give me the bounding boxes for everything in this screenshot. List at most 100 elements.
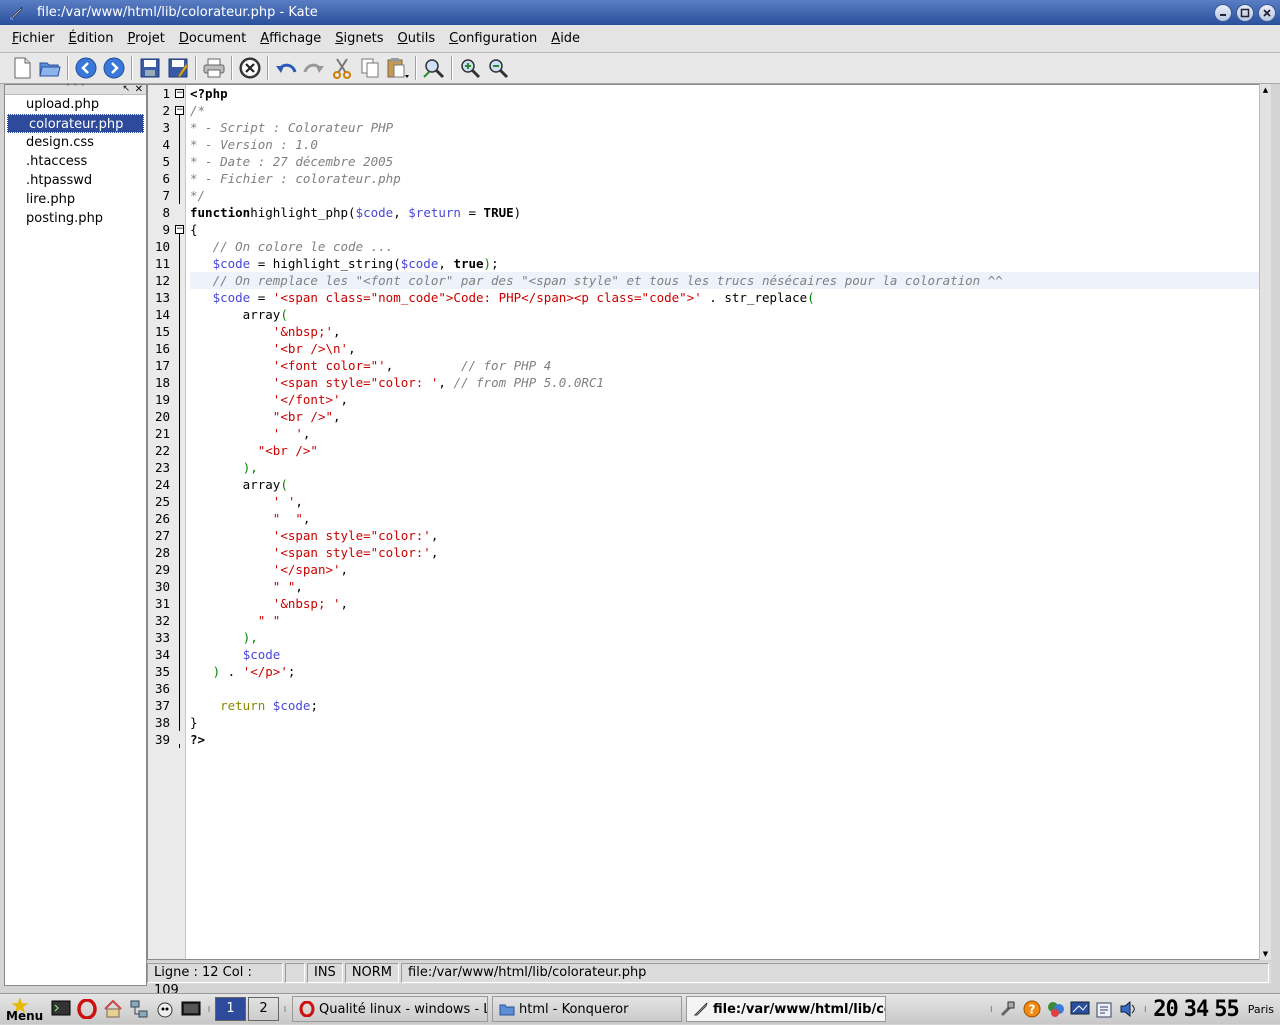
code-line[interactable]: * - Script : Colorateur PHP [190, 119, 1270, 136]
file-item[interactable]: .htaccess [5, 152, 146, 171]
save-as-icon[interactable] [165, 55, 191, 81]
print-icon[interactable] [201, 55, 227, 81]
close-window-button[interactable] [1258, 3, 1276, 22]
code-line[interactable]: functionhighlight_php($code, $return = T… [190, 204, 1270, 221]
volume-icon[interactable] [1117, 998, 1139, 1020]
selection-mode[interactable]: NORM [344, 963, 400, 983]
code-line[interactable]: " ", [190, 578, 1270, 595]
code-line[interactable]: '<span style="color: ', // from PHP 5.0.… [190, 374, 1270, 391]
code-line[interactable]: * - Date : 27 décembre 2005 [190, 153, 1270, 170]
fold-toggle-icon[interactable]: − [175, 106, 184, 115]
clock-arrows-icon[interactable]: ⁝ [1141, 997, 1149, 1021]
zoom-out-icon[interactable] [485, 55, 511, 81]
code-line[interactable]: " " [190, 612, 1270, 629]
code-area[interactable]: <?php /* * - Script : Colorateur PHP * - Ve… [186, 85, 1270, 959]
code-line[interactable]: ), [190, 459, 1270, 476]
code-line[interactable]: * - Version : 1.0 [190, 136, 1270, 153]
code-line[interactable]: '<br />\n', [190, 340, 1270, 357]
find-icon[interactable] [421, 55, 447, 81]
help-icon[interactable]: ? [1021, 998, 1043, 1020]
code-line[interactable]: '&nbsp; ', [190, 595, 1270, 612]
redo-icon[interactable] [301, 55, 327, 81]
code-line[interactable]: $code = highlight_string($code, true); [190, 255, 1270, 272]
code-line[interactable]: { [190, 221, 1270, 238]
opera-icon[interactable] [75, 997, 99, 1021]
k-menu-button[interactable]: ★ Menu [0, 994, 48, 1025]
code-line[interactable]: /* [190, 102, 1270, 119]
code-line[interactable]: "<br />", [190, 408, 1270, 425]
code-line[interactable]: array( [190, 306, 1270, 323]
chat-icon[interactable] [1045, 998, 1067, 1020]
code-line[interactable]: } [190, 714, 1270, 731]
undock-icon[interactable]: ↖ [122, 85, 130, 94]
task-button[interactable]: Qualité linux - windows - Le [292, 996, 488, 1022]
minimize-button[interactable] [1214, 3, 1232, 22]
menu-item-7[interactable]: Configuration [442, 31, 544, 46]
scroll-arrows-icon[interactable]: ⁝ [205, 997, 213, 1021]
home-icon[interactable] [101, 997, 125, 1021]
terminal-launcher-icon[interactable] [49, 997, 73, 1021]
code-line[interactable]: array( [190, 476, 1270, 493]
copy-icon[interactable] [357, 55, 383, 81]
drag-handle[interactable]: ˆ ˆ ˆ [66, 84, 85, 94]
back-icon[interactable] [73, 55, 99, 81]
task-button[interactable]: file:/var/www/html/lib/co [686, 996, 886, 1022]
code-line[interactable]: <?php [190, 85, 1270, 102]
code-line[interactable]: " ", [190, 510, 1270, 527]
tray-arrows-icon[interactable]: ⁝ [987, 997, 995, 1021]
desktop-2[interactable]: 2 [248, 997, 279, 1021]
task-button[interactable]: html - Konqueror [492, 996, 682, 1022]
code-line[interactable]: ' ', [190, 493, 1270, 510]
undo-icon[interactable] [273, 55, 299, 81]
console-icon[interactable] [179, 997, 203, 1021]
code-line[interactable]: */ [190, 187, 1270, 204]
code-line[interactable]: '</span>', [190, 561, 1270, 578]
new-document-icon[interactable] [9, 55, 35, 81]
file-item[interactable]: .htpasswd [5, 171, 146, 190]
file-item[interactable]: design.css [5, 133, 146, 152]
clock[interactable]: 20 34 55 [1150, 997, 1242, 1022]
open-folder-icon[interactable] [37, 55, 63, 81]
code-line[interactable]: ) . '</p>'; [190, 663, 1270, 680]
network-icon[interactable] [127, 997, 151, 1021]
fold-toggle-icon[interactable]: − [175, 89, 184, 98]
save-icon[interactable] [137, 55, 163, 81]
cut-icon[interactable] [329, 55, 355, 81]
code-line[interactable]: ' ', [190, 425, 1270, 442]
desktop-1[interactable]: 1 [215, 997, 246, 1021]
menu-item-2[interactable]: Projet [120, 31, 171, 46]
close-document-icon[interactable] [237, 55, 263, 81]
code-line[interactable]: // On remplace les "<font color" par des… [190, 272, 1270, 289]
code-line[interactable]: '<span style="color:', [190, 544, 1270, 561]
paste-icon[interactable] [385, 55, 411, 81]
code-line[interactable]: "<br />" [190, 442, 1270, 459]
code-line[interactable]: $code [190, 646, 1270, 663]
file-item[interactable]: upload.php [5, 95, 146, 114]
vertical-scrollbar[interactable]: ▲ ▼ [1259, 84, 1271, 960]
menu-item-1[interactable]: Édition [62, 31, 121, 46]
gimp-icon[interactable] [153, 997, 177, 1021]
scroll-up-icon[interactable]: ▲ [1260, 84, 1271, 96]
code-line[interactable]: return $code; [190, 697, 1270, 714]
code-line[interactable]: '&nbsp;', [190, 323, 1270, 340]
menu-item-3[interactable]: Document [172, 31, 253, 46]
zoom-in-icon[interactable] [457, 55, 483, 81]
menu-item-6[interactable]: Outils [391, 31, 443, 46]
file-item[interactable]: posting.php [5, 209, 146, 228]
menu-item-5[interactable]: Signets [328, 31, 390, 46]
file-item[interactable]: colorateur.php [7, 114, 144, 133]
code-line[interactable]: '<span style="color:', [190, 527, 1270, 544]
satellite-icon[interactable] [997, 998, 1019, 1020]
menu-item-0[interactable]: Fichier [5, 31, 62, 46]
insert-mode[interactable]: INS [307, 963, 343, 983]
code-line[interactable]: $code = '<span class="nom_code">Code: PH… [190, 289, 1270, 306]
pager-arrows-icon[interactable]: ⁝ [281, 997, 289, 1021]
file-list-header[interactable]: ˆ ˆ ˆ ↖ ✕ [5, 85, 146, 95]
code-editor[interactable]: 1−2−3 4 5 6 7 8 9−10 11 12 13 14 15 16 17 18 19 20 21 22 23… [147, 84, 1271, 960]
close-panel-icon[interactable]: ✕ [135, 85, 143, 95]
maximize-button[interactable] [1236, 3, 1254, 22]
code-line[interactable]: ), [190, 629, 1270, 646]
code-line[interactable]: * - Fichier : colorateur.php [190, 170, 1270, 187]
display-icon[interactable] [1069, 998, 1091, 1020]
file-item[interactable]: lire.php [5, 190, 146, 209]
